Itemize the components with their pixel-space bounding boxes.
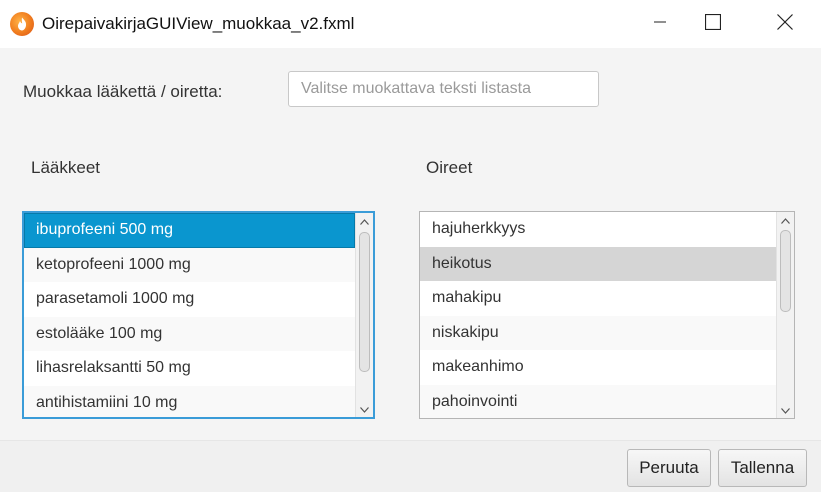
medicine-list-item[interactable]: estolääke 100 mg: [24, 316, 355, 351]
scroll-down-button[interactable]: [356, 401, 373, 417]
symptoms-list[interactable]: hajuherkkyys heikotus mahakipu niskakipu…: [419, 211, 795, 419]
chevron-down-icon: [360, 400, 369, 417]
medicine-list-item[interactable]: lihasrelaksantti 50 mg: [24, 351, 355, 386]
chevron-down-icon: [781, 401, 790, 418]
symptom-list-item[interactable]: niskakipu: [420, 315, 776, 350]
close-icon: [777, 13, 793, 35]
medicines-heading: Lääkkeet: [31, 158, 100, 177]
symptom-list-item[interactable]: pahoinvointi: [420, 384, 776, 418]
scroll-up-button[interactable]: [356, 213, 373, 229]
symptoms-scrollbar[interactable]: [776, 212, 794, 418]
minimize-icon: [654, 15, 666, 33]
scroll-up-button[interactable]: [777, 212, 794, 228]
symptoms-heading: Oireet: [426, 158, 473, 177]
save-button[interactable]: Tallenna: [718, 449, 807, 487]
chevron-up-icon: [781, 212, 790, 229]
chevron-up-icon: [360, 213, 369, 230]
symptom-list-item[interactable]: makeanhimo: [420, 350, 776, 385]
medicines-list[interactable]: ibuprofeeni 500 mg ketoprofeeni 1000 mg …: [22, 211, 375, 419]
scrollbar-thumb[interactable]: [359, 232, 370, 372]
close-button[interactable]: [762, 0, 808, 48]
title-bar: OirepaivakirjaGUIView_muokkaa_v2.fxml: [0, 0, 821, 48]
medicine-list-item[interactable]: parasetamoli 1000 mg: [24, 282, 355, 317]
symptom-list-item[interactable]: heikotus: [420, 246, 776, 281]
symptoms-list-items: hajuherkkyys heikotus mahakipu niskakipu…: [420, 212, 776, 418]
minimize-button[interactable]: [637, 0, 683, 48]
medicines-list-items: ibuprofeeni 500 mg ketoprofeeni 1000 mg …: [24, 213, 355, 417]
scroll-down-button[interactable]: [777, 402, 794, 418]
flame-app-icon: [10, 12, 34, 36]
medicine-list-item[interactable]: ketoprofeeni 1000 mg: [24, 247, 355, 282]
medicine-list-item[interactable]: ibuprofeeni 500 mg: [24, 213, 355, 248]
symptom-list-item[interactable]: hajuherkkyys: [420, 212, 776, 247]
maximize-button[interactable]: [690, 0, 736, 48]
scrollbar-thumb[interactable]: [780, 230, 791, 312]
cancel-button[interactable]: Peruuta: [627, 449, 711, 487]
medicines-scrollbar[interactable]: [355, 213, 373, 417]
maximize-icon: [704, 13, 722, 35]
edit-text-field[interactable]: [288, 71, 599, 107]
edit-label: Muokkaa lääkettä / oiretta:: [23, 82, 223, 101]
symptom-list-item[interactable]: mahakipu: [420, 281, 776, 316]
medicine-list-item[interactable]: antihistamiini 10 mg: [24, 385, 355, 417]
window-title: OirepaivakirjaGUIView_muokkaa_v2.fxml: [42, 14, 355, 33]
